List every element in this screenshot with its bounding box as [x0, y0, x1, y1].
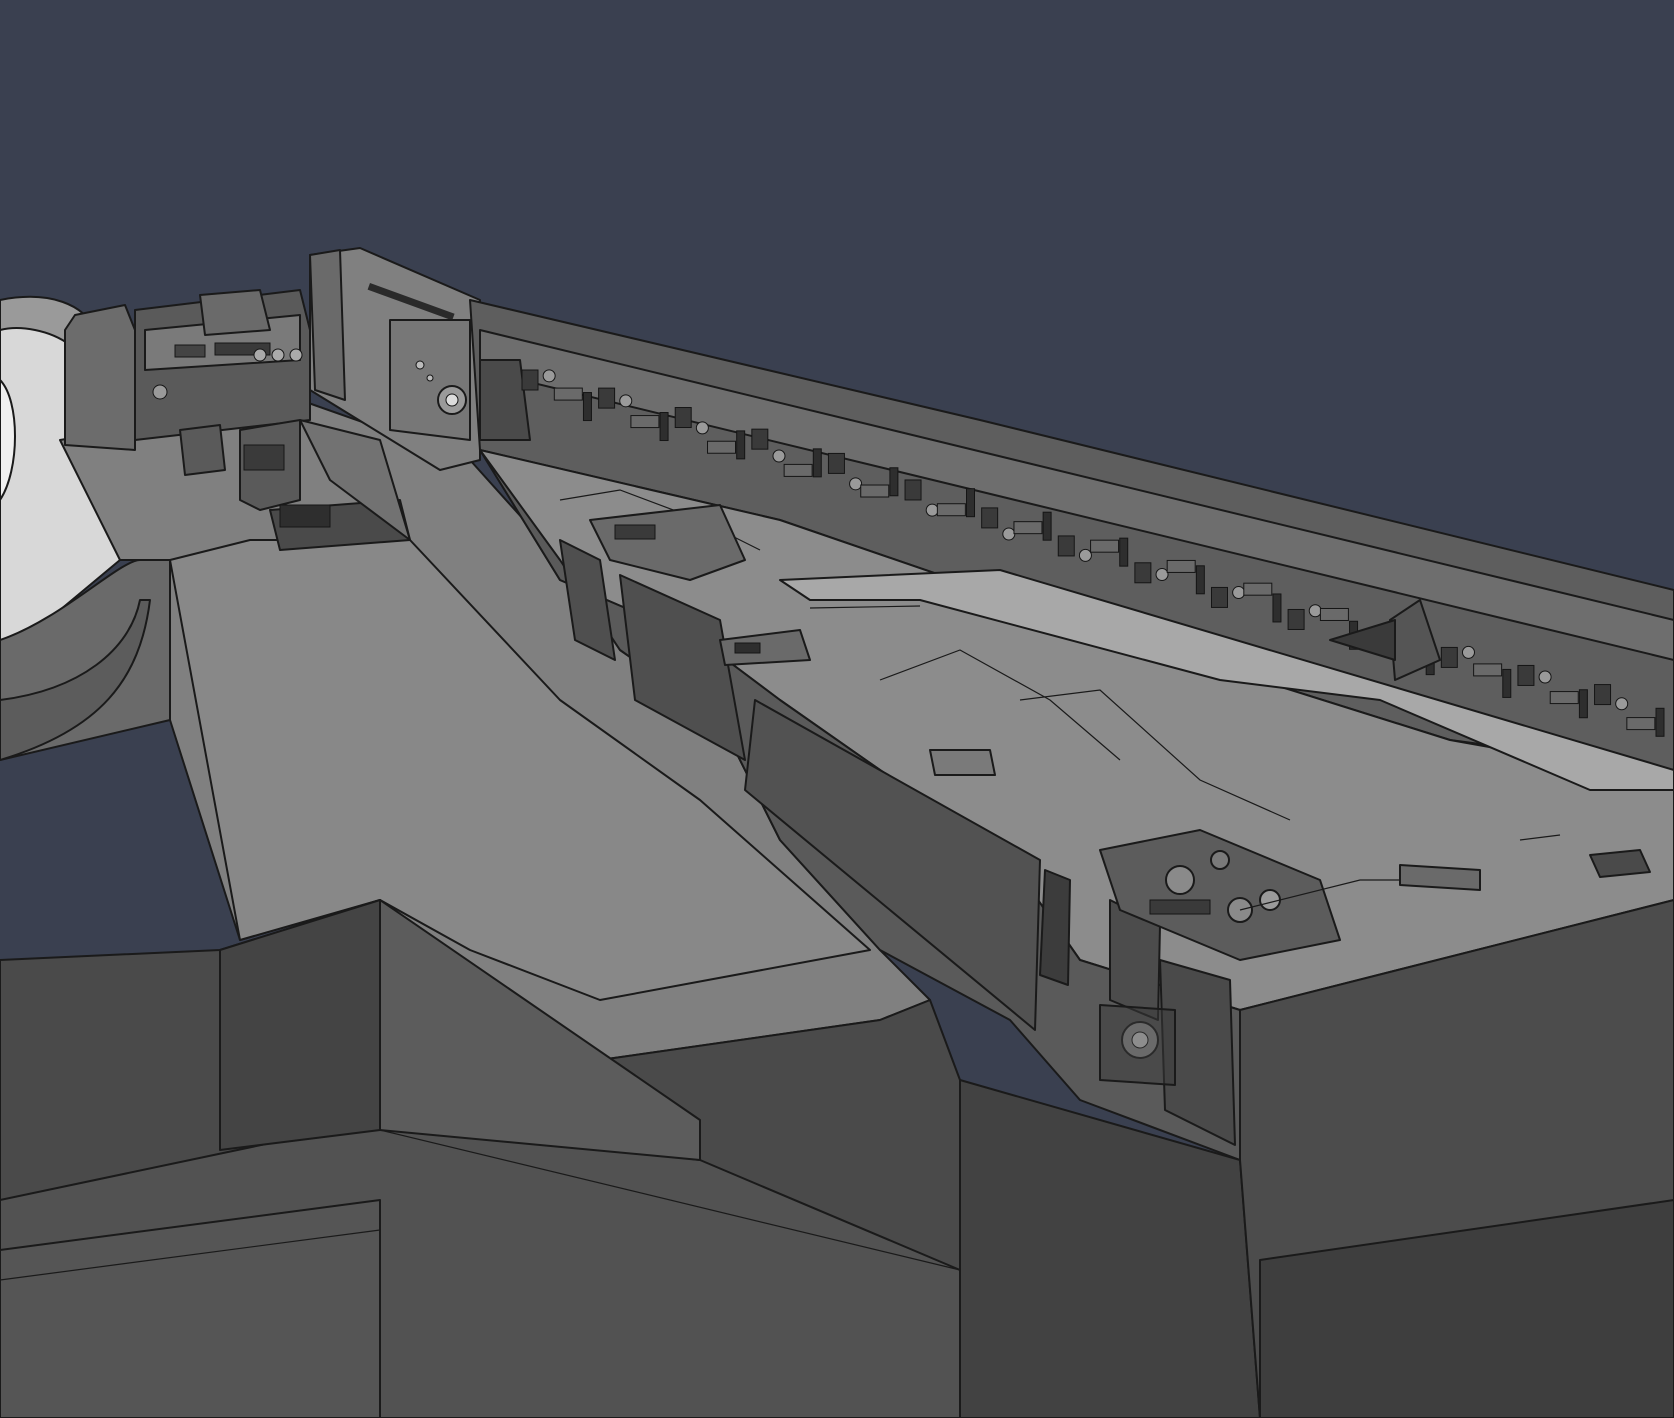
strip-fixture [1078, 548, 1092, 562]
strip-fixture [1538, 670, 1552, 684]
strip-fixture [1090, 539, 1120, 553]
strip-fixture [1272, 593, 1282, 623]
strip-fixture [521, 369, 539, 391]
strip-fixture [966, 488, 976, 518]
strip-fixture [553, 387, 583, 401]
strip-fixture [827, 452, 845, 474]
strip-fixture [674, 407, 692, 429]
strip-fixture [1042, 511, 1052, 541]
strip-fixture [1578, 689, 1588, 719]
strip-fixture [1655, 707, 1665, 737]
strip-fixture [542, 369, 556, 383]
strip-fixture [736, 430, 746, 460]
model-render[interactable] [0, 0, 1674, 1418]
strip-fixture [1594, 684, 1612, 706]
strip-fixture [772, 449, 786, 463]
strip-fixture [783, 463, 813, 477]
strip-fixture [1232, 586, 1246, 600]
strip-fixture [1502, 668, 1512, 698]
strip-fixture [1166, 559, 1196, 573]
strip-fixture [1319, 607, 1349, 621]
strip-fixture [849, 477, 863, 491]
strip-fixture [981, 507, 999, 529]
strip-fixture [812, 448, 822, 478]
strip-fixture [1287, 608, 1305, 630]
3d-viewport[interactable] [0, 0, 1674, 1418]
strip-fixture [598, 387, 616, 409]
strip-fixture [1195, 565, 1205, 595]
strip-fixture [1002, 527, 1016, 541]
strip-fixture [1615, 697, 1629, 711]
strip-fixture [1308, 604, 1322, 618]
strip-fixture [1440, 646, 1458, 668]
strip-fixture [1626, 717, 1656, 731]
strip-fixture [1549, 691, 1579, 705]
strip-fixture [889, 467, 899, 497]
strip-fixture [1013, 521, 1043, 535]
strip-fixture [1210, 586, 1228, 608]
strip-fixture [860, 484, 890, 498]
strip-fixture [1155, 568, 1169, 582]
strip-fixture [1473, 663, 1503, 677]
strip-fixture [659, 412, 669, 442]
strip-fixture [582, 392, 592, 422]
strip-fixture [925, 503, 939, 517]
strip-fixture [1243, 582, 1273, 596]
strip-fixture [630, 415, 660, 429]
strip-fixture [1119, 537, 1129, 567]
strip-fixture [1461, 645, 1475, 659]
strip-fixture [936, 503, 966, 517]
strip-fixture [1057, 535, 1075, 557]
strip-fixture [695, 421, 709, 435]
strip-fixture [751, 428, 769, 450]
strip-fixture [1517, 664, 1535, 686]
strip-fixture [619, 394, 633, 408]
strip-fixture [1134, 562, 1152, 584]
strip-fixture [904, 479, 922, 501]
strip-fixture [707, 440, 737, 454]
